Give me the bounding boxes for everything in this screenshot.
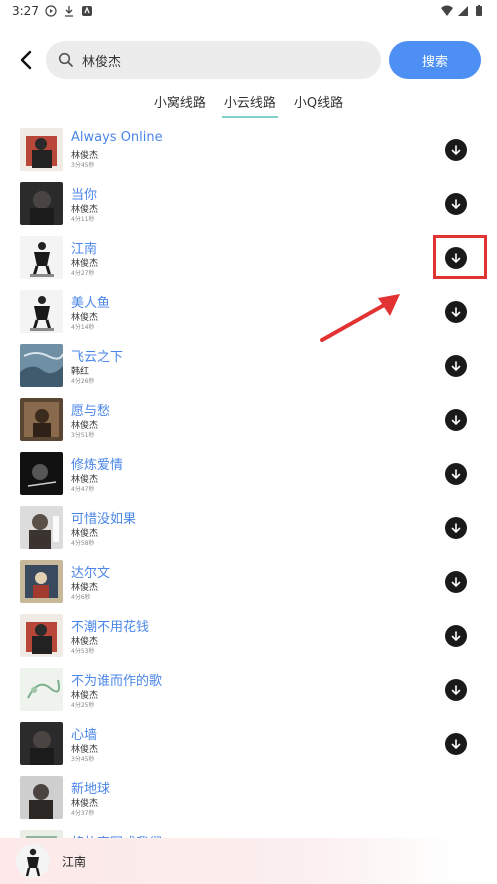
- album-cover: [20, 560, 63, 603]
- chevron-left-icon: [20, 50, 32, 70]
- download-button[interactable]: [445, 733, 467, 755]
- search-button[interactable]: 搜索: [389, 41, 481, 79]
- song-title: 新地球: [71, 782, 111, 797]
- download-button[interactable]: [445, 463, 467, 485]
- battery-icon: [476, 5, 482, 16]
- app-notification-icon: [81, 6, 92, 16]
- song-title: 江南: [71, 242, 98, 257]
- album-cover: [20, 614, 63, 657]
- download-button[interactable]: [445, 679, 467, 701]
- status-time: 3:27: [12, 4, 39, 18]
- download-button[interactable]: [445, 247, 467, 269]
- song-duration: 3分45秒: [71, 162, 95, 169]
- mini-player-title: 江南: [62, 854, 87, 869]
- song-row[interactable]: 江南 林俊杰 4分27秒: [0, 232, 497, 286]
- song-title: 不潮不用花钱: [71, 620, 150, 635]
- song-duration: 4分27秒: [71, 270, 95, 277]
- download-status-icon: [64, 6, 73, 17]
- download-button[interactable]: [445, 193, 467, 215]
- album-cover: [20, 668, 63, 711]
- song-title: 美人鱼: [71, 296, 111, 311]
- song-duration: 4分25秒: [71, 702, 95, 709]
- source-tabs: 小窝线路 小云线路 小Q线路: [0, 88, 497, 118]
- download-arrow-icon: [451, 307, 461, 318]
- download-button[interactable]: [445, 517, 467, 539]
- album-cover: [20, 290, 63, 333]
- song-title: 飞云之下: [71, 350, 124, 365]
- song-row[interactable]: 飞云之下 韩红 4分26秒: [0, 340, 497, 394]
- download-button[interactable]: [445, 355, 467, 377]
- song-duration: 4分26秒: [71, 378, 95, 385]
- search-row: 搜索: [0, 40, 497, 80]
- song-row[interactable]: 不为谁而作的歌 林俊杰 4分25秒: [0, 664, 497, 718]
- download-arrow-icon: [451, 361, 461, 372]
- song-row[interactable]: 新地球 林俊杰 4分37秒: [0, 772, 497, 826]
- tab-xiaoyun[interactable]: 小云线路: [221, 88, 278, 118]
- song-title: 心墙: [71, 728, 98, 743]
- song-title: Always Online: [71, 130, 163, 145]
- back-button[interactable]: [12, 46, 40, 74]
- album-cover: [20, 452, 63, 495]
- song-duration: 4分6秒: [71, 594, 91, 601]
- mini-player[interactable]: 江南: [0, 838, 497, 884]
- song-duration: 3分51秒: [71, 432, 95, 439]
- song-row[interactable]: 不潮不用花钱 林俊杰 4分53秒: [0, 610, 497, 664]
- song-duration: 3分45秒: [71, 756, 95, 763]
- download-button[interactable]: [445, 139, 467, 161]
- song-row[interactable]: 可惜没如果 林俊杰 4分58秒: [0, 502, 497, 556]
- download-button[interactable]: [445, 409, 467, 431]
- download-arrow-icon: [451, 685, 461, 696]
- download-arrow-icon: [451, 577, 461, 588]
- song-title: 当你: [71, 188, 98, 203]
- status-bar: 3:27: [0, 0, 497, 22]
- song-row[interactable]: 达尔文 林俊杰 4分6秒: [0, 556, 497, 610]
- song-duration: 4分14秒: [71, 324, 95, 331]
- tab-xiaoq[interactable]: 小Q线路: [292, 88, 345, 118]
- wifi-icon: [441, 5, 453, 16]
- song-row[interactable]: 美人鱼 林俊杰 4分14秒: [0, 286, 497, 340]
- download-arrow-icon: [451, 739, 461, 750]
- download-arrow-icon: [451, 199, 461, 210]
- album-cover: [20, 776, 63, 819]
- song-duration: 4分53秒: [71, 648, 95, 655]
- album-cover: [20, 182, 63, 225]
- song-title: 达尔文: [71, 566, 111, 581]
- download-arrow-icon: [451, 469, 461, 480]
- album-cover: [20, 398, 63, 441]
- download-arrow-icon: [451, 415, 461, 426]
- download-button[interactable]: [445, 625, 467, 647]
- search-input[interactable]: [82, 52, 352, 68]
- download-arrow-icon: [451, 523, 461, 534]
- song-title: 修炼爱情: [71, 458, 124, 473]
- song-duration: 4分37秒: [71, 810, 95, 817]
- album-cover: [20, 506, 63, 549]
- tab-xiaowo[interactable]: 小窝线路: [152, 88, 208, 118]
- album-cover: [20, 236, 63, 279]
- song-title: 愿与愁: [71, 404, 111, 419]
- download-arrow-icon: [451, 253, 461, 264]
- song-title: 可惜没如果: [71, 512, 137, 527]
- song-row[interactable]: 修炼爱情 林俊杰 4分47秒: [0, 448, 497, 502]
- album-cover: [20, 128, 63, 171]
- song-duration: 4分58秒: [71, 540, 95, 547]
- song-row[interactable]: 心墙 林俊杰 3分45秒: [0, 718, 497, 772]
- download-arrow-icon: [451, 145, 461, 156]
- cell-signal-icon: [458, 6, 468, 16]
- download-arrow-icon: [451, 631, 461, 642]
- album-cover: [20, 344, 63, 387]
- download-button[interactable]: [445, 571, 467, 593]
- download-button[interactable]: [445, 301, 467, 323]
- song-list: Always Online 林俊杰 3分45秒 当你 林俊杰 4分11秒 江南 …: [0, 124, 497, 880]
- song-duration: 4分11秒: [71, 216, 95, 223]
- song-duration: 4分47秒: [71, 486, 95, 493]
- album-cover: [20, 722, 63, 765]
- search-box[interactable]: [46, 41, 381, 79]
- search-icon: [58, 52, 73, 67]
- song-title: 不为谁而作的歌: [71, 674, 163, 689]
- song-row[interactable]: Always Online 林俊杰 3分45秒: [0, 124, 497, 178]
- mini-player-cover: [16, 844, 50, 878]
- song-row[interactable]: 当你 林俊杰 4分11秒: [0, 178, 497, 232]
- media-play-icon: [45, 5, 57, 17]
- song-row[interactable]: 愿与愁 林俊杰 3分51秒: [0, 394, 497, 448]
